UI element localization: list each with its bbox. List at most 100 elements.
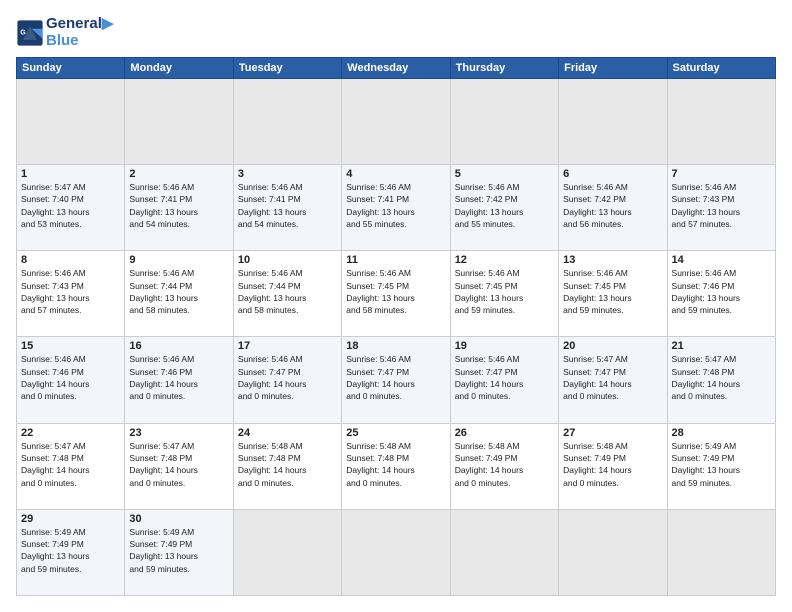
info-line: Daylight: 14 hours <box>129 464 228 476</box>
info-line: Daylight: 14 hours <box>346 464 445 476</box>
info-line: Sunrise: 5:48 AM <box>346 440 445 452</box>
day-info: Sunrise: 5:46 AMSunset: 7:45 PMDaylight:… <box>455 267 554 316</box>
day-number: 15 <box>21 340 120 352</box>
info-line: Sunrise: 5:46 AM <box>455 353 554 365</box>
info-line: and 57 minutes. <box>672 218 771 230</box>
day-number: 25 <box>346 427 445 439</box>
day-info: Sunrise: 5:46 AMSunset: 7:43 PMDaylight:… <box>672 181 771 230</box>
info-line: Sunrise: 5:46 AM <box>672 267 771 279</box>
info-line: and 0 minutes. <box>129 477 228 489</box>
info-line: Sunrise: 5:46 AM <box>21 353 120 365</box>
info-line: Daylight: 13 hours <box>563 206 662 218</box>
calendar-cell: 1Sunrise: 5:47 AMSunset: 7:40 PMDaylight… <box>17 165 125 251</box>
day-info: Sunrise: 5:47 AMSunset: 7:40 PMDaylight:… <box>21 181 120 230</box>
info-line: Sunset: 7:42 PM <box>455 193 554 205</box>
header: G General▶ Blue <box>16 16 776 49</box>
info-line: Daylight: 13 hours <box>455 206 554 218</box>
day-info: Sunrise: 5:46 AMSunset: 7:47 PMDaylight:… <box>455 353 554 402</box>
info-line: Sunrise: 5:48 AM <box>455 440 554 452</box>
info-line: Daylight: 14 hours <box>563 464 662 476</box>
info-line: Sunrise: 5:48 AM <box>238 440 337 452</box>
info-line: Daylight: 14 hours <box>21 464 120 476</box>
calendar-cell: 2Sunrise: 5:46 AMSunset: 7:41 PMDaylight… <box>125 165 233 251</box>
day-number: 12 <box>455 254 554 266</box>
calendar-week-row: 29Sunrise: 5:49 AMSunset: 7:49 PMDayligh… <box>17 509 776 595</box>
info-line: Sunset: 7:47 PM <box>455 366 554 378</box>
info-line: Sunrise: 5:46 AM <box>455 181 554 193</box>
info-line: Daylight: 14 hours <box>129 378 228 390</box>
info-line: Sunrise: 5:46 AM <box>21 267 120 279</box>
info-line: Daylight: 13 hours <box>21 292 120 304</box>
info-line: Daylight: 13 hours <box>238 206 337 218</box>
info-line: and 0 minutes. <box>21 390 120 402</box>
info-line: Sunrise: 5:46 AM <box>563 267 662 279</box>
info-line: and 59 minutes. <box>672 304 771 316</box>
day-number: 17 <box>238 340 337 352</box>
col-header-friday: Friday <box>559 58 667 79</box>
day-info: Sunrise: 5:46 AMSunset: 7:47 PMDaylight:… <box>346 353 445 402</box>
info-line: and 0 minutes. <box>672 390 771 402</box>
calendar-cell <box>450 509 558 595</box>
info-line: Sunset: 7:49 PM <box>563 452 662 464</box>
day-info: Sunrise: 5:49 AMSunset: 7:49 PMDaylight:… <box>21 526 120 575</box>
info-line: Daylight: 13 hours <box>129 550 228 562</box>
info-line: Sunset: 7:48 PM <box>346 452 445 464</box>
day-info: Sunrise: 5:46 AMSunset: 7:44 PMDaylight:… <box>238 267 337 316</box>
calendar-cell: 12Sunrise: 5:46 AMSunset: 7:45 PMDayligh… <box>450 251 558 337</box>
calendar-cell: 6Sunrise: 5:46 AMSunset: 7:42 PMDaylight… <box>559 165 667 251</box>
day-info: Sunrise: 5:48 AMSunset: 7:49 PMDaylight:… <box>455 440 554 489</box>
info-line: Sunset: 7:48 PM <box>238 452 337 464</box>
info-line: Sunset: 7:41 PM <box>346 193 445 205</box>
info-line: and 0 minutes. <box>21 477 120 489</box>
day-number: 24 <box>238 427 337 439</box>
info-line: Sunrise: 5:46 AM <box>672 181 771 193</box>
info-line: Sunset: 7:45 PM <box>346 280 445 292</box>
info-line: Sunset: 7:43 PM <box>672 193 771 205</box>
info-line: Daylight: 13 hours <box>129 206 228 218</box>
calendar-cell: 11Sunrise: 5:46 AMSunset: 7:45 PMDayligh… <box>342 251 450 337</box>
day-info: Sunrise: 5:46 AMSunset: 7:43 PMDaylight:… <box>21 267 120 316</box>
info-line: Daylight: 14 hours <box>21 378 120 390</box>
info-line: and 59 minutes. <box>455 304 554 316</box>
day-info: Sunrise: 5:46 AMSunset: 7:42 PMDaylight:… <box>455 181 554 230</box>
day-info: Sunrise: 5:48 AMSunset: 7:48 PMDaylight:… <box>346 440 445 489</box>
day-number: 16 <box>129 340 228 352</box>
info-line: Sunrise: 5:48 AM <box>563 440 662 452</box>
calendar-table: SundayMondayTuesdayWednesdayThursdayFrid… <box>16 57 776 596</box>
info-line: Sunrise: 5:46 AM <box>238 181 337 193</box>
info-line: Sunrise: 5:46 AM <box>129 353 228 365</box>
logo: G General▶ Blue <box>16 16 113 49</box>
info-line: and 54 minutes. <box>129 218 228 230</box>
day-info: Sunrise: 5:46 AMSunset: 7:45 PMDaylight:… <box>346 267 445 316</box>
info-line: Daylight: 13 hours <box>129 292 228 304</box>
info-line: Sunrise: 5:46 AM <box>563 181 662 193</box>
info-line: and 58 minutes. <box>238 304 337 316</box>
info-line: Sunrise: 5:46 AM <box>129 267 228 279</box>
day-number: 13 <box>563 254 662 266</box>
info-line: Daylight: 14 hours <box>563 378 662 390</box>
calendar-cell <box>17 79 125 165</box>
col-header-wednesday: Wednesday <box>342 58 450 79</box>
calendar-cell <box>667 79 775 165</box>
info-line: Daylight: 13 hours <box>672 464 771 476</box>
info-line: Sunrise: 5:47 AM <box>563 353 662 365</box>
calendar-cell: 23Sunrise: 5:47 AMSunset: 7:48 PMDayligh… <box>125 423 233 509</box>
day-number: 30 <box>129 513 228 525</box>
calendar-cell: 15Sunrise: 5:46 AMSunset: 7:46 PMDayligh… <box>17 337 125 423</box>
day-info: Sunrise: 5:47 AMSunset: 7:47 PMDaylight:… <box>563 353 662 402</box>
calendar-week-row: 22Sunrise: 5:47 AMSunset: 7:48 PMDayligh… <box>17 423 776 509</box>
info-line: and 59 minutes. <box>21 563 120 575</box>
calendar-cell: 29Sunrise: 5:49 AMSunset: 7:49 PMDayligh… <box>17 509 125 595</box>
calendar-cell <box>233 509 341 595</box>
calendar-cell: 5Sunrise: 5:46 AMSunset: 7:42 PMDaylight… <box>450 165 558 251</box>
info-line: and 55 minutes. <box>455 218 554 230</box>
day-number: 14 <box>672 254 771 266</box>
info-line: and 0 minutes. <box>238 477 337 489</box>
info-line: and 58 minutes. <box>346 304 445 316</box>
info-line: Sunrise: 5:47 AM <box>21 181 120 193</box>
svg-text:G: G <box>20 29 26 36</box>
col-header-sunday: Sunday <box>17 58 125 79</box>
info-line: Daylight: 13 hours <box>346 292 445 304</box>
calendar-cell: 10Sunrise: 5:46 AMSunset: 7:44 PMDayligh… <box>233 251 341 337</box>
day-info: Sunrise: 5:49 AMSunset: 7:49 PMDaylight:… <box>129 526 228 575</box>
